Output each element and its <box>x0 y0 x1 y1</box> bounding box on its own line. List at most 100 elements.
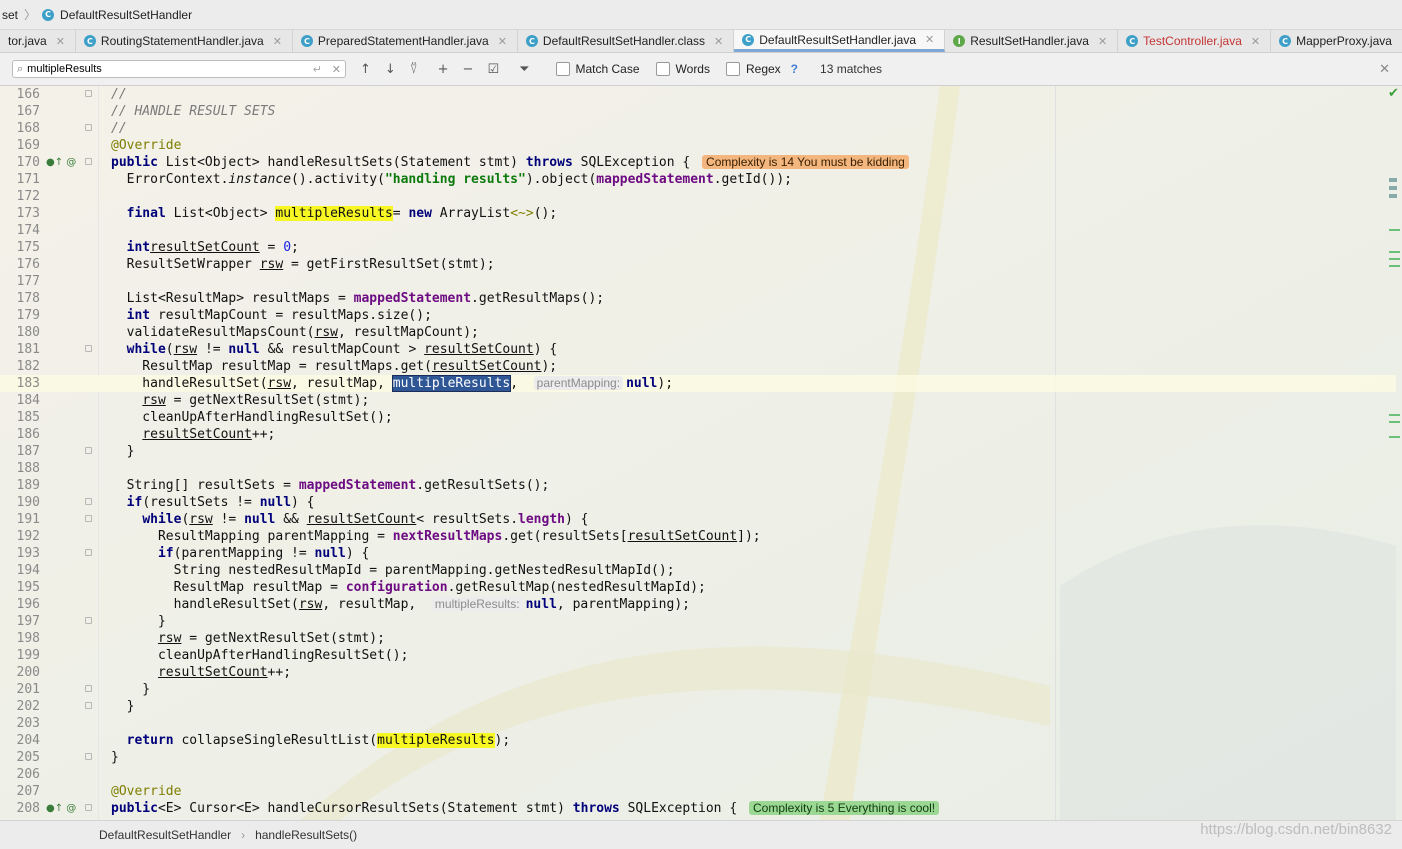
tab[interactable]: CMapperProxy.java✕ <box>1271 30 1402 52</box>
code-text[interactable]: while(rsw != null && resultSetCount< res… <box>111 511 588 528</box>
code-text[interactable]: ResultMapping parentMapping = nextResult… <box>111 528 761 545</box>
change-marker[interactable] <box>1389 251 1400 253</box>
code-text[interactable]: if(parentMapping != null) { <box>111 545 369 562</box>
code-line[interactable]: 200 resultSetCount++; <box>0 664 1396 681</box>
code-line[interactable]: 187 } <box>0 443 1396 460</box>
change-marker[interactable] <box>1389 436 1400 438</box>
change-marker[interactable] <box>1389 414 1400 416</box>
code-line[interactable]: 172 <box>0 188 1396 205</box>
code-line[interactable]: 191 while(rsw != null && resultSetCount<… <box>0 511 1396 528</box>
code-line[interactable]: 194 String nestedResultMapId = parentMap… <box>0 562 1396 579</box>
code-line[interactable]: 184 rsw = getNextResultSet(stmt); <box>0 392 1396 409</box>
match-marker[interactable] <box>1389 178 1397 182</box>
code-line[interactable]: 174 <box>0 222 1396 239</box>
override-gutter-icon[interactable]: ●↑ @ <box>46 800 76 817</box>
close-find-icon[interactable]: ✕ <box>1379 61 1390 77</box>
code-text[interactable]: ResultSetWrapper rsw = getFirstResultSet… <box>111 256 495 273</box>
code-line[interactable]: 185 cleanUpAfterHandlingResultSet(); <box>0 409 1396 426</box>
code-line[interactable]: 175 intresultSetCount = 0; <box>0 239 1396 256</box>
code-text[interactable]: @Override <box>111 137 181 154</box>
code-text[interactable]: String nestedResultMapId = parentMapping… <box>111 562 675 579</box>
close-tab-icon[interactable]: ✕ <box>1098 35 1107 48</box>
code-line[interactable]: 182 ResultMap resultMap = resultMaps.get… <box>0 358 1396 375</box>
code-line[interactable]: 197 } <box>0 613 1396 630</box>
fold-marker-icon[interactable] <box>85 515 92 522</box>
match-marker[interactable] <box>1389 186 1397 190</box>
code-text[interactable]: while(rsw != null && resultMapCount > re… <box>111 341 558 358</box>
code-line[interactable]: 179 int resultMapCount = resultMaps.size… <box>0 307 1396 324</box>
search-input[interactable] <box>27 63 309 75</box>
code-line[interactable]: 181 while(rsw != null && resultMapCount … <box>0 341 1396 358</box>
change-marker[interactable] <box>1389 265 1400 267</box>
code-text[interactable]: // <box>111 86 127 103</box>
error-stripe[interactable]: ✔ <box>1386 86 1402 820</box>
find-all-icon[interactable]: ⍢ <box>410 62 418 77</box>
tab[interactable]: tor.java ✕ <box>0 30 76 52</box>
close-tab-icon[interactable]: ✕ <box>1251 35 1260 48</box>
search-icon[interactable]: ⌕ <box>17 62 23 76</box>
code-text[interactable]: return collapseSingleResultList(multiple… <box>111 732 510 749</box>
override-gutter-icon[interactable]: ●↑ @ <box>46 154 76 171</box>
code-line[interactable]: 205} <box>0 749 1396 766</box>
fold-marker-icon[interactable] <box>85 124 92 131</box>
match-case-checkbox[interactable]: Match Case <box>555 62 640 76</box>
fold-marker-icon[interactable] <box>85 158 92 165</box>
fold-marker-icon[interactable] <box>85 447 92 454</box>
status-breadcrumb-file[interactable]: DefaultResultSetHandler <box>99 828 231 842</box>
code-line[interactable]: 208 ●↑ @ public<E> Cursor<E> handleCursorR… <box>0 800 1396 817</box>
code-text[interactable]: handleResultSet(rsw, resultMap, multiple… <box>111 596 690 613</box>
code-line[interactable]: 198 rsw = getNextResultSet(stmt); <box>0 630 1396 647</box>
select-all-occurrences-icon[interactable]: ☑ <box>487 62 499 77</box>
code-line[interactable]: 202 } <box>0 698 1396 715</box>
breadcrumb-parent[interactable]: set <box>2 8 18 22</box>
match-case-box[interactable] <box>555 62 570 76</box>
code-text[interactable]: } <box>111 681 150 698</box>
code-line[interactable]: 188 <box>0 460 1396 477</box>
code-line[interactable]: 171 ErrorContext.instance().activity("ha… <box>0 171 1396 188</box>
regex-help-link[interactable]: ? <box>791 62 798 76</box>
tab[interactable]: C DefaultResultSetHandler.java ✕ <box>734 30 946 52</box>
code-line[interactable]: 178 List<ResultMap> resultMaps = mappedS… <box>0 290 1396 307</box>
code-text[interactable]: rsw = getNextResultSet(stmt); <box>111 630 385 647</box>
clear-search-icon[interactable]: ✕ <box>332 63 341 76</box>
tab[interactable]: C TestController.java ✕ <box>1118 30 1272 52</box>
code-text[interactable]: } <box>111 443 135 460</box>
code-line[interactable]: 190 if(resultSets != null) { <box>0 494 1396 511</box>
code-text[interactable]: rsw = getNextResultSet(stmt); <box>111 392 369 409</box>
code-text[interactable]: intresultSetCount = 0; <box>111 239 299 256</box>
close-tab-icon[interactable]: ✕ <box>498 35 507 48</box>
tab[interactable]: C PreparedStatementHandler.java ✕ <box>293 30 518 52</box>
code-text[interactable]: ResultMap resultMap = configuration.getR… <box>111 579 706 596</box>
code-text[interactable]: resultSetCount++; <box>111 426 275 443</box>
code-text[interactable]: final List<Object> multipleResults= new … <box>111 205 557 222</box>
code-text[interactable]: List<ResultMap> resultMaps = mappedState… <box>111 290 604 307</box>
code-text[interactable]: if(resultSets != null) { <box>111 494 315 511</box>
fold-marker-icon[interactable] <box>85 345 92 352</box>
regex-box[interactable] <box>725 62 740 76</box>
code-line[interactable]: 168 // <box>0 120 1396 137</box>
code-line[interactable]: 170 ●↑ @ public List<Object> handleResultS… <box>0 154 1396 171</box>
code-line[interactable]: 183 handleResultSet(rsw, resultMap, mult… <box>0 375 1396 392</box>
code-line[interactable]: 201 } <box>0 681 1396 698</box>
code-editor[interactable]: 166 // 167 // HANDLE RESULT SETS 168 // 169 @Ov… <box>0 86 1402 820</box>
tab[interactable]: I ResultSetHandler.java ✕ <box>945 30 1119 52</box>
code-text[interactable]: int resultMapCount = resultMaps.size(); <box>111 307 432 324</box>
code-text[interactable]: } <box>111 749 119 766</box>
close-tab-icon[interactable]: ✕ <box>714 35 723 48</box>
code-line[interactable]: 203 <box>0 715 1396 732</box>
code-text[interactable]: cleanUpAfterHandlingResultSet(); <box>111 647 408 664</box>
code-text[interactable]: @Override <box>111 783 181 800</box>
code-text[interactable]: String[] resultSets = mappedStatement.ge… <box>111 477 550 494</box>
code-line[interactable]: 204 return collapseSingleResultList(mult… <box>0 732 1396 749</box>
code-line[interactable]: 189 String[] resultSets = mappedStatemen… <box>0 477 1396 494</box>
code-line[interactable]: 180 validateResultMapsCount(rsw, resultM… <box>0 324 1396 341</box>
code-line[interactable]: 193 if(parentMapping != null) { <box>0 545 1396 562</box>
change-marker[interactable] <box>1389 229 1400 231</box>
match-marker[interactable] <box>1389 194 1397 198</box>
code-line[interactable]: 192 ResultMapping parentMapping = nextRe… <box>0 528 1396 545</box>
code-text[interactable]: // HANDLE RESULT SETS <box>111 103 275 120</box>
close-tab-icon[interactable]: ✕ <box>273 35 282 48</box>
fold-marker-icon[interactable] <box>85 617 92 624</box>
search-box[interactable]: ⌕ ↵ ✕ <box>12 60 346 78</box>
fold-marker-icon[interactable] <box>85 702 92 709</box>
